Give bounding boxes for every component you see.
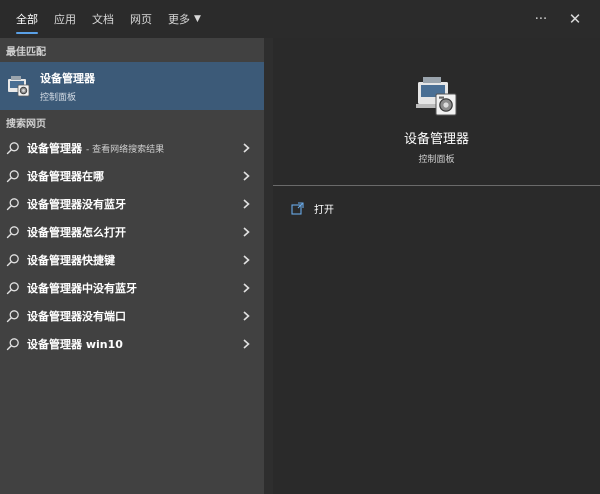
close-icon: ✕: [568, 10, 582, 28]
search-icon: [6, 310, 19, 323]
close-button[interactable]: ✕: [558, 0, 592, 38]
tab-documents[interactable]: 文档: [84, 0, 122, 38]
search-icon: [6, 254, 19, 267]
chevron-right-icon: [243, 143, 250, 153]
ellipsis-icon: ···: [534, 11, 548, 27]
caret-down-icon: ▼: [194, 14, 201, 24]
search-tabs: 全部 应用 文档 网页 更多 ▼: [0, 0, 209, 38]
search-icon: [6, 226, 19, 239]
device-manager-icon: [8, 76, 30, 97]
more-options-button[interactable]: ···: [524, 0, 558, 38]
tab-label: 全部: [16, 13, 38, 26]
web-search-item[interactable]: 设备管理器 win10: [0, 330, 264, 358]
web-search-text: 设备管理器 win10: [27, 338, 123, 351]
search-icon: [6, 338, 19, 351]
web-search-text: 设备管理器没有蓝牙: [27, 198, 126, 211]
web-search-item[interactable]: 设备管理器 - 查看网络搜索结果: [0, 134, 264, 162]
search-icon: [6, 282, 19, 295]
open-icon: [291, 201, 304, 215]
web-search-item[interactable]: 设备管理器在哪: [0, 162, 264, 190]
web-search-item[interactable]: 设备管理器怎么打开: [0, 218, 264, 246]
chevron-right-icon: [243, 227, 250, 237]
web-search-text: 设备管理器怎么打开: [27, 226, 126, 239]
detail-subtitle: 控制面板: [418, 155, 455, 165]
tab-label: 更多: [168, 13, 190, 26]
tab-label: 应用: [54, 13, 76, 26]
tab-label: 文档: [92, 13, 114, 26]
detail-header: 设备管理器 控制面板: [273, 38, 600, 186]
results-panel: 最佳匹配 设备管理器 控制面板 搜索网页 设备管理器 - 查看网络搜索结果 设备…: [0, 38, 264, 494]
web-search-text: 设备管理器: [27, 142, 82, 155]
web-search-list: 设备管理器 - 查看网络搜索结果 设备管理器在哪 设备管理器没有蓝牙 设备管理器…: [0, 134, 264, 358]
web-search-suffix: - 查看网络搜索结果: [86, 144, 165, 155]
tab-more[interactable]: 更多 ▼: [160, 0, 209, 38]
web-search-text: 设备管理器快捷键: [27, 254, 115, 267]
web-search-text: 设备管理器中没有蓝牙: [27, 282, 137, 295]
chevron-right-icon: [243, 339, 250, 349]
best-match-title: 设备管理器: [40, 71, 95, 85]
search-icon: [6, 198, 19, 211]
chevron-right-icon: [243, 255, 250, 265]
device-manager-icon: [415, 77, 456, 116]
tab-label: 网页: [130, 13, 152, 26]
web-search-item[interactable]: 设备管理器中没有蓝牙: [0, 274, 264, 302]
chevron-right-icon: [243, 311, 250, 321]
detail-title: 设备管理器: [403, 132, 469, 147]
tab-apps[interactable]: 应用: [46, 0, 84, 38]
section-label-web-search: 搜索网页: [6, 118, 46, 130]
top-bar: 全部 应用 文档 网页 更多 ▼ ··· ✕: [0, 0, 600, 38]
web-search-text: 设备管理器没有端口: [27, 310, 126, 323]
chevron-right-icon: [243, 171, 250, 181]
open-action-label: 打开: [314, 204, 334, 216]
open-action[interactable]: 打开: [273, 194, 600, 222]
best-match-subtitle: 控制面板: [40, 92, 77, 103]
tab-all[interactable]: 全部: [8, 0, 46, 38]
web-search-text: 设备管理器在哪: [27, 170, 104, 183]
web-search-item[interactable]: 设备管理器快捷键: [0, 246, 264, 274]
panel-divider: [264, 38, 273, 494]
search-icon: [6, 170, 19, 183]
web-search-item[interactable]: 设备管理器没有蓝牙: [0, 190, 264, 218]
chevron-right-icon: [243, 283, 250, 293]
top-actions: ··· ✕: [524, 0, 592, 38]
web-search-item[interactable]: 设备管理器没有端口: [0, 302, 264, 330]
tab-web[interactable]: 网页: [122, 0, 160, 38]
best-match-item[interactable]: 设备管理器 控制面板: [0, 62, 264, 110]
search-window: 全部 应用 文档 网页 更多 ▼ ··· ✕ 最佳匹配 设备管理器 控制面板 搜…: [0, 0, 600, 494]
detail-panel: 设备管理器 控制面板 打开: [273, 38, 600, 494]
section-label-best-match: 最佳匹配: [6, 46, 46, 58]
chevron-right-icon: [243, 199, 250, 209]
search-icon: [6, 142, 19, 155]
